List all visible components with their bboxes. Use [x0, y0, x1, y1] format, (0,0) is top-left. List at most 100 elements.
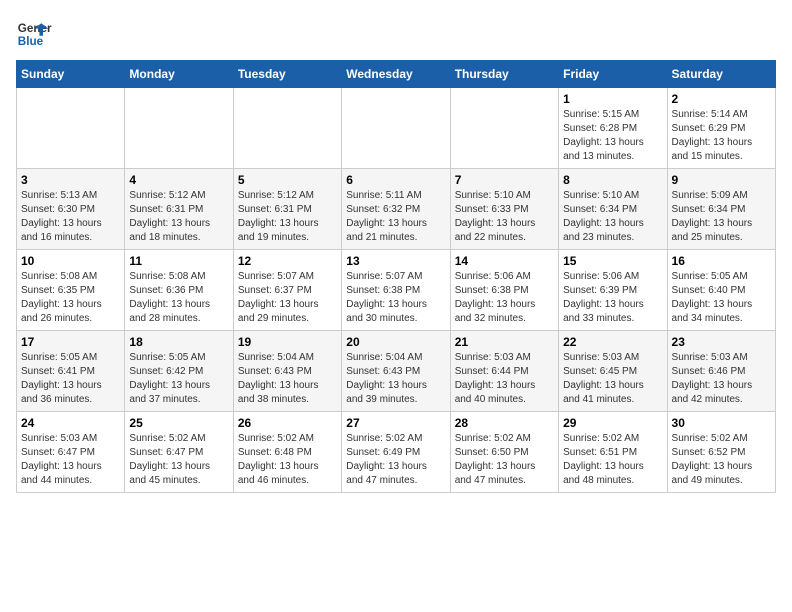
calendar-cell: 5 Sunrise: 5:12 AMSunset: 6:31 PMDaylight… [233, 169, 341, 250]
calendar-cell: 18 Sunrise: 5:05 AMSunset: 6:42 PMDayligh… [125, 331, 233, 412]
calendar-cell: 15 Sunrise: 5:06 AMSunset: 6:39 PMDayligh… [559, 250, 667, 331]
day-detail: Sunrise: 5:02 AMSunset: 6:48 PMDaylight:… [238, 432, 337, 488]
day-detail: Sunrise: 5:03 AMSunset: 6:46 PMDaylight:… [672, 351, 771, 407]
day-detail: Sunrise: 5:12 AMSunset: 6:31 PMDaylight:… [129, 189, 228, 245]
calendar-week-row: 3 Sunrise: 5:13 AMSunset: 6:30 PMDaylight… [17, 169, 776, 250]
calendar-body: 1Sunrise: 5:15 AMSunset: 6:28 PMDaylight… [17, 88, 776, 493]
calendar-week-row: 24 Sunrise: 5:03 AMSunset: 6:47 PMDayligh… [17, 412, 776, 493]
page-header: General Blue [16, 16, 776, 52]
calendar-header-thursday: Thursday [450, 61, 558, 88]
calendar-table: SundayMondayTuesdayWednesdayThursdayFrid… [16, 60, 776, 493]
calendar-cell [233, 88, 341, 169]
calendar-header-row: SundayMondayTuesdayWednesdayThursdayFrid… [17, 61, 776, 88]
day-number: 25 [129, 416, 228, 430]
day-detail: Sunrise: 5:07 AMSunset: 6:37 PMDaylight:… [238, 270, 337, 326]
calendar-header-saturday: Saturday [667, 61, 775, 88]
calendar-cell: 25 Sunrise: 5:02 AMSunset: 6:47 PMDayligh… [125, 412, 233, 493]
calendar-cell: 28 Sunrise: 5:02 AMSunset: 6:50 PMDayligh… [450, 412, 558, 493]
calendar-cell: 21 Sunrise: 5:03 AMSunset: 6:44 PMDayligh… [450, 331, 558, 412]
day-number: 27 [346, 416, 445, 430]
calendar-week-row: 10 Sunrise: 5:08 AMSunset: 6:35 PMDayligh… [17, 250, 776, 331]
day-number: 15 [563, 254, 662, 268]
day-number: 14 [455, 254, 554, 268]
day-number: 17 [21, 335, 120, 349]
calendar-cell: 17Sunrise: 5:05 AMSunset: 6:41 PMDayligh… [17, 331, 125, 412]
calendar-cell [342, 88, 450, 169]
calendar-week-row: 1Sunrise: 5:15 AMSunset: 6:28 PMDaylight… [17, 88, 776, 169]
day-number: 24 [21, 416, 120, 430]
day-detail: Sunrise: 5:14 AMSunset: 6:29 PMDaylight:… [672, 108, 771, 164]
day-detail: Sunrise: 5:03 AMSunset: 6:47 PMDaylight:… [21, 432, 120, 488]
calendar-cell: 30Sunrise: 5:02 AMSunset: 6:52 PMDayligh… [667, 412, 775, 493]
calendar-header-wednesday: Wednesday [342, 61, 450, 88]
day-number: 21 [455, 335, 554, 349]
calendar-cell: 19Sunrise: 5:04 AMSunset: 6:43 PMDayligh… [233, 331, 341, 412]
logo-icon: General Blue [16, 16, 52, 52]
calendar-cell: 9 Sunrise: 5:09 AMSunset: 6:34 PMDaylight… [667, 169, 775, 250]
calendar-header-sunday: Sunday [17, 61, 125, 88]
calendar-cell [17, 88, 125, 169]
day-number: 22 [563, 335, 662, 349]
calendar-cell: 14 Sunrise: 5:06 AMSunset: 6:38 PMDayligh… [450, 250, 558, 331]
calendar-cell [125, 88, 233, 169]
day-number: 10 [21, 254, 120, 268]
calendar-cell: 3 Sunrise: 5:13 AMSunset: 6:30 PMDaylight… [17, 169, 125, 250]
calendar-week-row: 17Sunrise: 5:05 AMSunset: 6:41 PMDayligh… [17, 331, 776, 412]
day-detail: Sunrise: 5:09 AMSunset: 6:34 PMDaylight:… [672, 189, 771, 245]
day-detail: Sunrise: 5:03 AMSunset: 6:45 PMDaylight:… [563, 351, 662, 407]
calendar-cell: 1Sunrise: 5:15 AMSunset: 6:28 PMDaylight… [559, 88, 667, 169]
day-number: 18 [129, 335, 228, 349]
calendar-cell: 10 Sunrise: 5:08 AMSunset: 6:35 PMDayligh… [17, 250, 125, 331]
day-detail: Sunrise: 5:04 AMSunset: 6:43 PMDaylight:… [346, 351, 445, 407]
calendar-cell: 12 Sunrise: 5:07 AMSunset: 6:37 PMDayligh… [233, 250, 341, 331]
day-number: 4 [129, 173, 228, 187]
day-number: 11 [129, 254, 228, 268]
day-detail: Sunrise: 5:08 AMSunset: 6:35 PMDaylight:… [21, 270, 120, 326]
day-number: 1 [563, 92, 662, 106]
calendar-cell: 26 Sunrise: 5:02 AMSunset: 6:48 PMDayligh… [233, 412, 341, 493]
calendar-header-tuesday: Tuesday [233, 61, 341, 88]
day-number: 20 [346, 335, 445, 349]
calendar-cell: 2Sunrise: 5:14 AMSunset: 6:29 PMDaylight… [667, 88, 775, 169]
day-detail: Sunrise: 5:02 AMSunset: 6:49 PMDaylight:… [346, 432, 445, 488]
day-number: 16 [672, 254, 771, 268]
day-detail: Sunrise: 5:10 AMSunset: 6:33 PMDaylight:… [455, 189, 554, 245]
svg-text:Blue: Blue [18, 35, 44, 48]
day-number: 12 [238, 254, 337, 268]
day-detail: Sunrise: 5:06 AMSunset: 6:38 PMDaylight:… [455, 270, 554, 326]
day-detail: Sunrise: 5:13 AMSunset: 6:30 PMDaylight:… [21, 189, 120, 245]
day-number: 5 [238, 173, 337, 187]
logo: General Blue [16, 16, 52, 52]
calendar-cell: 23 Sunrise: 5:03 AMSunset: 6:46 PMDayligh… [667, 331, 775, 412]
day-detail: Sunrise: 5:08 AMSunset: 6:36 PMDaylight:… [129, 270, 228, 326]
day-number: 28 [455, 416, 554, 430]
calendar-cell: 11 Sunrise: 5:08 AMSunset: 6:36 PMDayligh… [125, 250, 233, 331]
day-detail: Sunrise: 5:12 AMSunset: 6:31 PMDaylight:… [238, 189, 337, 245]
day-number: 7 [455, 173, 554, 187]
day-number: 6 [346, 173, 445, 187]
calendar-cell: 24 Sunrise: 5:03 AMSunset: 6:47 PMDayligh… [17, 412, 125, 493]
day-detail: Sunrise: 5:05 AMSunset: 6:40 PMDaylight:… [672, 270, 771, 326]
day-number: 8 [563, 173, 662, 187]
calendar-cell: 13Sunrise: 5:07 AMSunset: 6:38 PMDayligh… [342, 250, 450, 331]
day-detail: Sunrise: 5:06 AMSunset: 6:39 PMDaylight:… [563, 270, 662, 326]
calendar-cell: 8 Sunrise: 5:10 AMSunset: 6:34 PMDaylight… [559, 169, 667, 250]
day-number: 26 [238, 416, 337, 430]
day-detail: Sunrise: 5:02 AMSunset: 6:50 PMDaylight:… [455, 432, 554, 488]
day-number: 9 [672, 173, 771, 187]
calendar-cell: 20 Sunrise: 5:04 AMSunset: 6:43 PMDayligh… [342, 331, 450, 412]
svg-text:General: General [18, 22, 52, 35]
day-number: 29 [563, 416, 662, 430]
day-detail: Sunrise: 5:10 AMSunset: 6:34 PMDaylight:… [563, 189, 662, 245]
calendar-header-monday: Monday [125, 61, 233, 88]
day-detail: Sunrise: 5:11 AMSunset: 6:32 PMDaylight:… [346, 189, 445, 245]
day-number: 3 [21, 173, 120, 187]
day-detail: Sunrise: 5:03 AMSunset: 6:44 PMDaylight:… [455, 351, 554, 407]
day-number: 23 [672, 335, 771, 349]
day-number: 30 [672, 416, 771, 430]
day-detail: Sunrise: 5:05 AMSunset: 6:42 PMDaylight:… [129, 351, 228, 407]
calendar-header-friday: Friday [559, 61, 667, 88]
calendar-cell: 6 Sunrise: 5:11 AMSunset: 6:32 PMDaylight… [342, 169, 450, 250]
calendar-cell: 29Sunrise: 5:02 AMSunset: 6:51 PMDayligh… [559, 412, 667, 493]
day-detail: Sunrise: 5:02 AMSunset: 6:47 PMDaylight:… [129, 432, 228, 488]
